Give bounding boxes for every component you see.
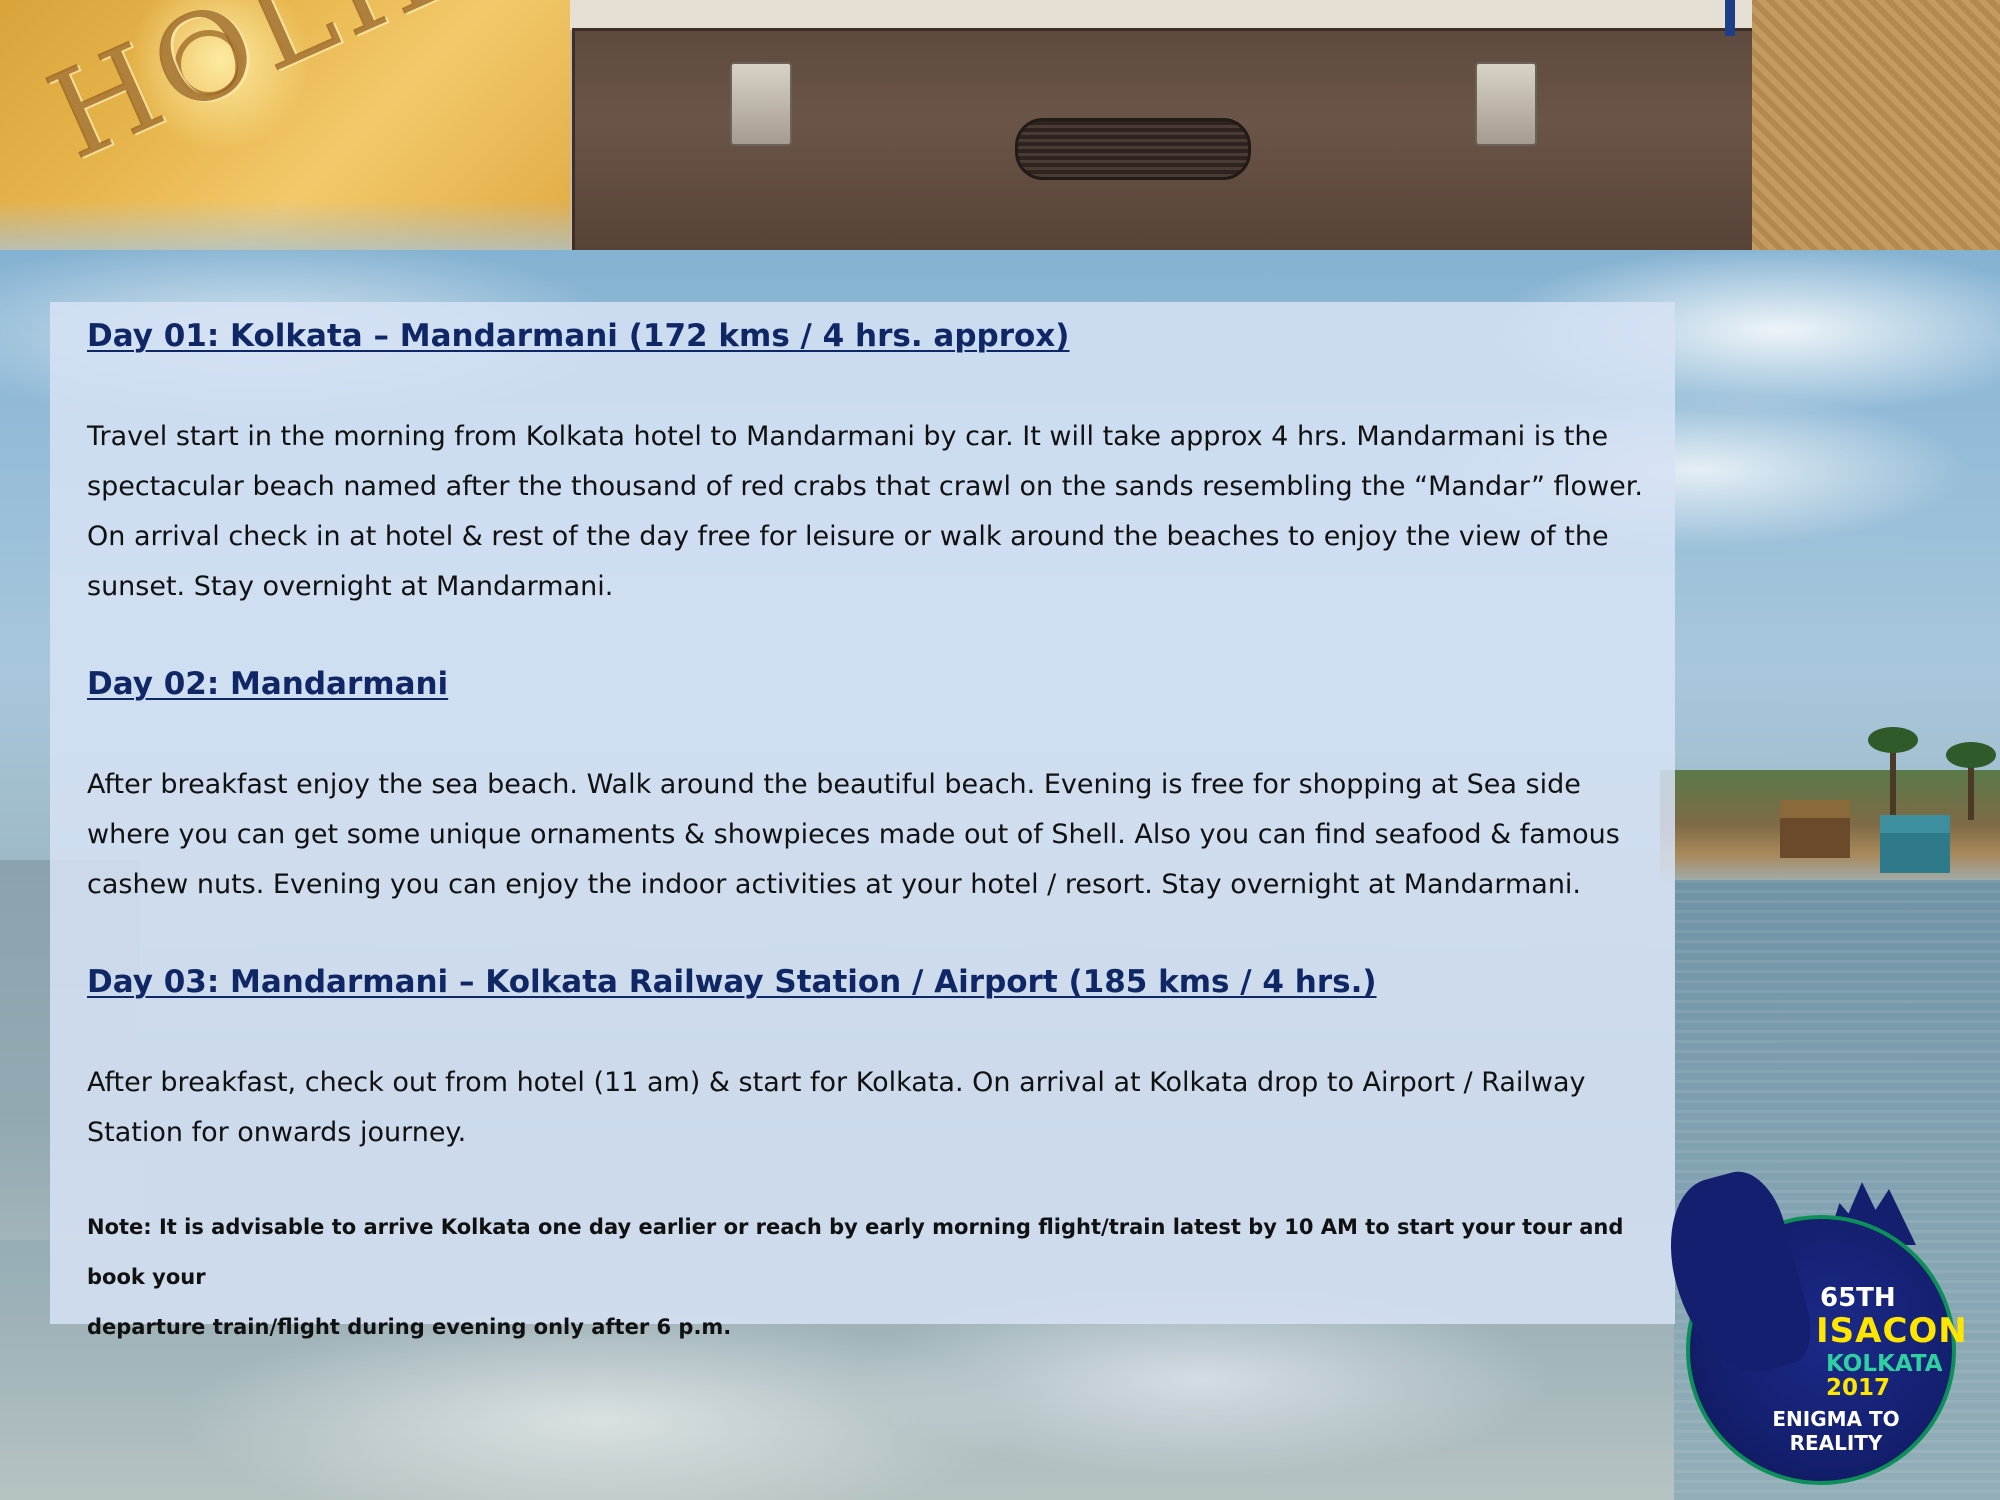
logo-name: ISACON — [1816, 1311, 1968, 1351]
palm-tree-icon — [1868, 727, 1918, 815]
logo-tagline: ENIGMA TO REALITY — [1772, 1407, 1900, 1455]
isacon-logo: 65TH ISACON KOLKATA 2017 ENIGMA TO REALI… — [1652, 1162, 1968, 1490]
itinerary-panel: Day 01: Kolkata – Mandarmani (172 kms / … — [50, 302, 1675, 1339]
travel-note: Note: It is advisable to arrive Kolkata … — [87, 1215, 1624, 1339]
suitcase-lid — [570, 0, 1760, 30]
day2-heading: Day 02: Mandarmani — [87, 666, 449, 702]
sand-fade — [0, 200, 600, 250]
header-banner: HOLIDAY — [0, 0, 2000, 250]
palm-tree-icon — [1946, 742, 1996, 820]
day1-heading: Day 01: Kolkata – Mandarmani (172 kms / … — [87, 318, 1070, 354]
logo-edition: 65TH — [1820, 1283, 1896, 1313]
straw-basket — [1752, 0, 2000, 250]
day2-description: After breakfast enjoy the sea beach. Wal… — [87, 769, 1620, 900]
logo-year: 2017 — [1826, 1375, 1891, 1401]
suitcase-lock-icon — [1475, 62, 1537, 146]
day3-description: After breakfast, check out from hotel (1… — [87, 1067, 1586, 1148]
day1-description: Travel start in the morning from Kolkata… — [87, 421, 1643, 602]
suitcase-lock-icon — [730, 62, 792, 146]
day3-heading: Day 03: Mandarmani – Kolkata Railway Sta… — [87, 964, 1377, 1000]
beach-hut — [1780, 800, 1850, 858]
beach-hut — [1880, 815, 1950, 873]
suitcase-handle — [1015, 118, 1251, 180]
lion-head-icon — [1652, 1162, 1820, 1388]
basket-strap — [1725, 0, 1735, 36]
logo-city: KOLKATA — [1826, 1351, 1943, 1377]
